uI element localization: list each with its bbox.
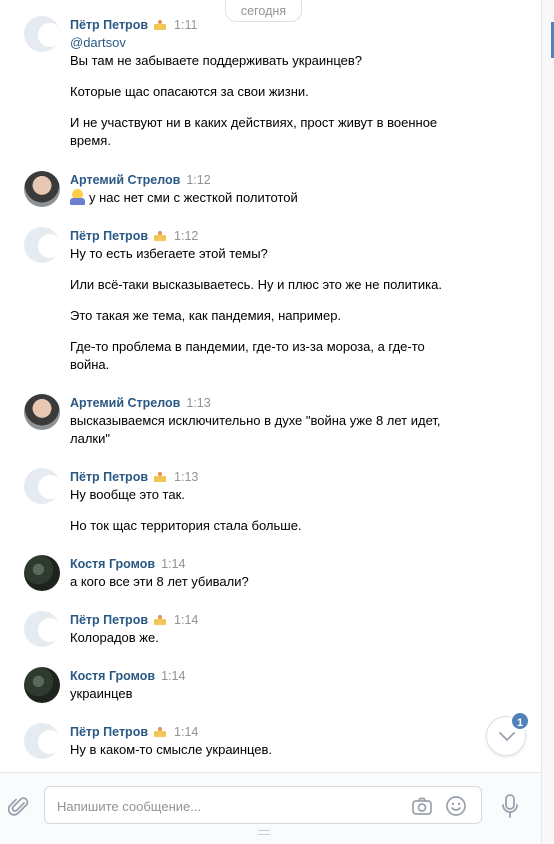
cake-icon	[154, 727, 167, 737]
message-text: высказываемся исключительно в духе "войн…	[70, 413, 441, 428]
message: Костя Громов 1:14 а кого все эти 8 лет уб…	[24, 555, 524, 591]
message-text: Вы там не забываете поддерживать украинц…	[70, 53, 363, 68]
author-name[interactable]: Костя Громов	[70, 557, 155, 571]
person-emoji-icon	[70, 189, 85, 205]
avatar[interactable]	[24, 555, 60, 591]
unread-count-badge[interactable]: 1	[510, 711, 530, 731]
message-text: Колорадов же.	[70, 630, 159, 645]
message: Артемий Стрелов 1:12 у нас нет сми с жест…	[24, 171, 524, 207]
message: Артемий Стрелов 1:13 высказываемся исключ…	[24, 394, 524, 448]
resize-grip[interactable]	[258, 830, 270, 835]
message-input[interactable]	[57, 796, 397, 816]
message-text: лалки"	[70, 431, 110, 446]
message-time[interactable]: 1:12	[186, 173, 210, 187]
author-name[interactable]: Артемий Стрелов	[70, 396, 180, 410]
message-time[interactable]: 1:13	[186, 396, 210, 410]
author-name[interactable]: Артемий Стрелов	[70, 173, 180, 187]
message: Пётр Петров 1:13 Ну вообще это так. Но то…	[24, 468, 524, 535]
avatar[interactable]	[24, 394, 60, 430]
author-name[interactable]: Пётр Петров	[70, 229, 148, 243]
message-text: а кого все эти 8 лет убивали?	[70, 574, 249, 589]
message: Пётр Петров 1:12 Ну то есть избегаете это…	[24, 227, 524, 374]
cake-icon	[154, 20, 167, 30]
message-text: Или всё-таки высказываетесь. Ну и плюс э…	[70, 277, 442, 292]
avatar[interactable]	[24, 16, 60, 52]
message-text: Которые щас опасаются за свои жизни.	[70, 84, 309, 99]
avatar[interactable]	[24, 667, 60, 703]
cake-icon	[154, 472, 167, 482]
message-text: украинцев	[70, 686, 133, 701]
author-name[interactable]: Пётр Петров	[70, 725, 148, 739]
message: Пётр Петров 1:14 Колорадов же.	[24, 611, 524, 647]
paperclip-icon[interactable]	[8, 794, 30, 818]
message-history[interactable]: сегодня Пётр Петров 1:11 @dartsov Вы там …	[0, 0, 541, 772]
message-text: Ну в каком-то смысле украинцев.	[70, 742, 273, 757]
author-name[interactable]: Пётр Петров	[70, 613, 148, 627]
message-text: Где-то проблема в пандемии, где-то из-за…	[70, 339, 425, 354]
message-text: у нас нет сми с жесткой политотой	[89, 190, 298, 205]
message: Пётр Петров 1:14 Ну в каком-то смысле укр…	[24, 723, 524, 759]
message-time[interactable]: 1:14	[174, 725, 198, 739]
author-name[interactable]: Костя Громов	[70, 669, 155, 683]
chevron-down-icon	[499, 732, 515, 741]
message: Костя Громов 1:14 украинцев	[24, 667, 524, 703]
message-text: война.	[70, 357, 110, 372]
message-time[interactable]: 1:14	[174, 613, 198, 627]
message: Пётр Петров 1:11 @dartsov Вы там не забыв…	[24, 16, 524, 150]
message-time[interactable]: 1:11	[174, 18, 197, 32]
message-text: Но ток щас территория стала больше.	[70, 518, 302, 533]
message-text: время.	[70, 133, 111, 148]
avatar[interactable]	[24, 723, 60, 759]
cake-icon	[154, 231, 167, 241]
author-name[interactable]: Пётр Петров	[70, 470, 148, 484]
cake-icon	[154, 615, 167, 625]
message-time[interactable]: 1:14	[161, 669, 185, 683]
avatar[interactable]	[24, 227, 60, 263]
avatar[interactable]	[24, 171, 60, 207]
mention-link[interactable]: @dartsov	[70, 34, 524, 52]
message-text: Это такая же тема, как пандемия, наприме…	[70, 308, 342, 323]
message-text: Ну то есть избегаете этой темы?	[70, 246, 268, 261]
scrollbar[interactable]	[541, 0, 554, 844]
message-input-box[interactable]	[44, 786, 482, 824]
message-time[interactable]: 1:13	[174, 470, 198, 484]
message-text: И не участвуют ни в каких действиях, про…	[70, 115, 438, 130]
message-text: Ну вообще это так.	[70, 487, 185, 502]
avatar[interactable]	[24, 611, 60, 647]
author-name[interactable]: Пётр Петров	[70, 18, 148, 32]
camera-icon[interactable]	[411, 795, 433, 817]
emoji-smile-icon[interactable]	[445, 795, 467, 817]
message-time[interactable]: 1:14	[161, 557, 185, 571]
message-composer	[0, 772, 541, 844]
microphone-icon[interactable]	[500, 793, 520, 819]
message-time[interactable]: 1:12	[174, 229, 198, 243]
avatar[interactable]	[24, 468, 60, 504]
